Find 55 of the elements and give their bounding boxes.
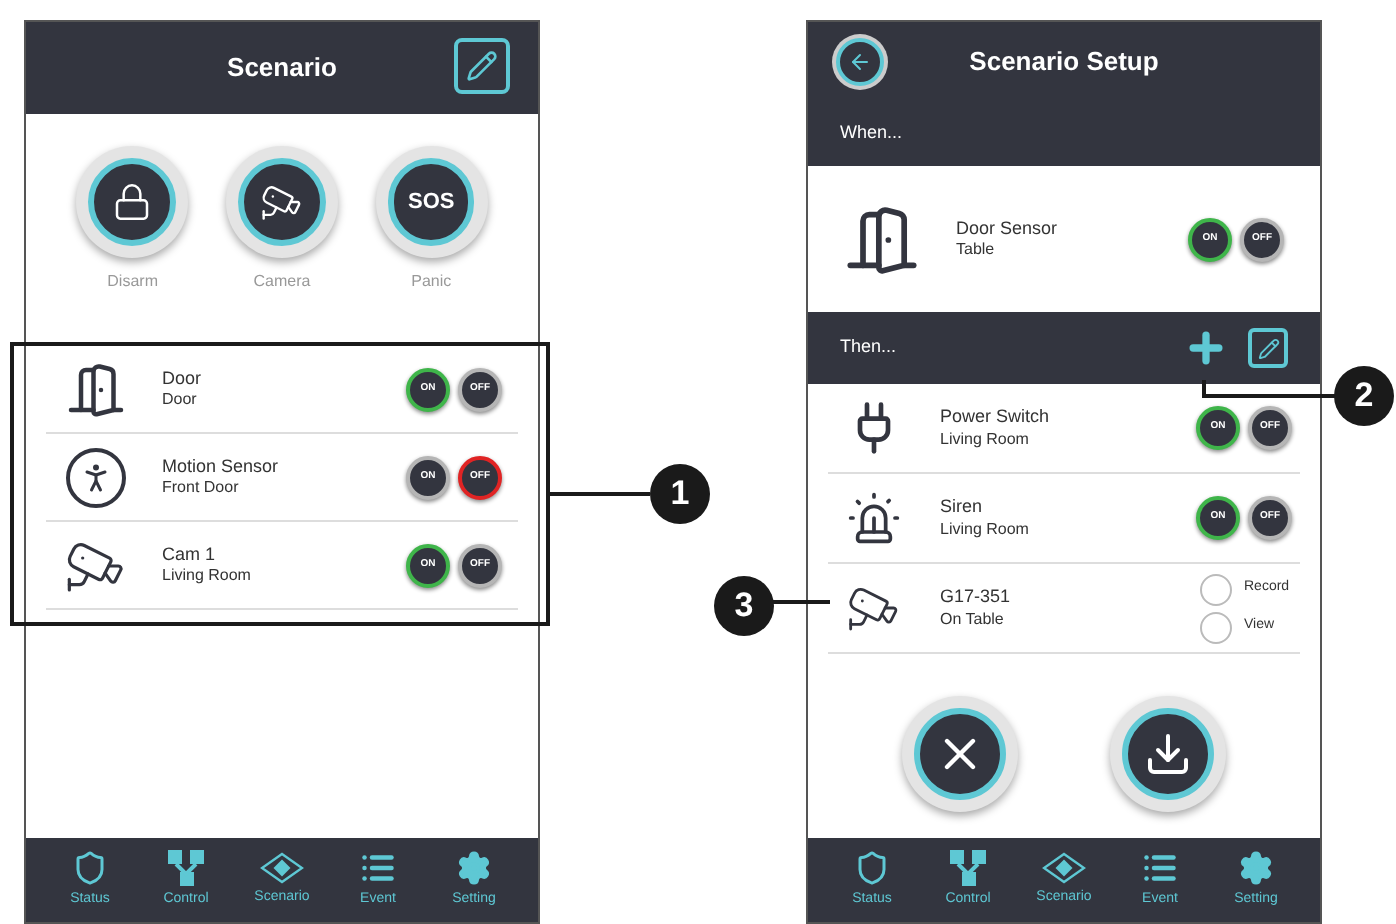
device-name: Door Sensor [956, 217, 1060, 241]
list-icon [360, 849, 396, 886]
device-name: Siren [940, 496, 985, 520]
edit-button[interactable] [454, 38, 510, 94]
cancel-button[interactable] [902, 696, 1018, 812]
edit-button[interactable] [1248, 328, 1288, 368]
device-name: Cam 1 [162, 543, 218, 567]
device-name: Motion Sensor [162, 455, 281, 479]
callout-number: 3 [714, 576, 774, 636]
device-name: Door [162, 367, 204, 391]
diamond-icon [1042, 851, 1086, 884]
action-label: Panic [411, 270, 452, 294]
action-button[interactable] [225, 146, 338, 258]
save-button[interactable] [1110, 696, 1226, 812]
shield-icon [72, 849, 108, 886]
callout-number: 1 [650, 464, 710, 524]
list-icon [1142, 849, 1178, 886]
padlock-icon [112, 181, 153, 222]
device-location: Living Room [940, 429, 1031, 450]
sos-label: SOS [408, 187, 455, 218]
screen-title: Scenario [227, 50, 337, 87]
radio-button[interactable] [1200, 611, 1232, 643]
radio-button[interactable] [1200, 573, 1232, 605]
diamond-icon [260, 851, 304, 884]
action-label: Disarm [107, 270, 158, 294]
device-location: Door [162, 390, 199, 411]
pencil-icon [1257, 337, 1279, 359]
pencil-icon [466, 50, 498, 82]
section-label: When... [840, 120, 903, 147]
shield-icon [854, 849, 890, 886]
device-location: Living Room [162, 566, 253, 587]
network-icon [950, 849, 986, 886]
screen-title: Scenario Setup [969, 44, 1159, 81]
leader-line [1202, 380, 1338, 400]
device-location: Front Door [162, 478, 241, 499]
download-icon [1143, 729, 1192, 778]
device-location: Living Room [940, 519, 1031, 540]
leader-line [550, 492, 650, 496]
back-icon [848, 50, 872, 74]
leader-line [770, 600, 830, 604]
callout-number: 2 [1334, 366, 1394, 426]
device-location: Table [956, 240, 997, 261]
section-label: Then... [840, 334, 899, 361]
door-icon [66, 359, 126, 419]
add-icon[interactable] [1184, 326, 1228, 370]
device-name: G17-351 [940, 586, 1013, 610]
door-icon [844, 201, 920, 277]
network-icon [168, 849, 204, 886]
device-location: On Table [940, 609, 1006, 630]
action-button[interactable] [76, 146, 189, 258]
device-name: Power Switch [940, 406, 1052, 430]
action-label: Camera [253, 270, 311, 294]
action-button[interactable]: SOS [375, 146, 488, 258]
siren-icon [846, 490, 902, 546]
back-button[interactable] [836, 38, 884, 86]
